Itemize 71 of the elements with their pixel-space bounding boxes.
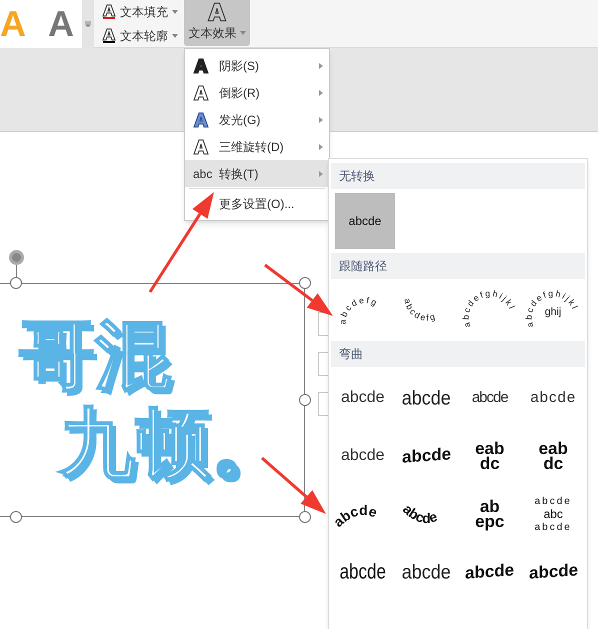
warped-text-sample: abcde — [340, 446, 385, 466]
text-fill-icon — [102, 4, 116, 20]
transform-option[interactable]: abcde — [331, 427, 394, 485]
transform-option[interactable]: eab dc — [522, 427, 585, 485]
warped-text-sample: abcde — [340, 558, 386, 586]
transform-option[interactable]: ab epc — [458, 485, 522, 543]
menu-item-label: 三维旋转(D) — [219, 138, 285, 156]
transform-option[interactable]: abcde — [458, 543, 522, 601]
warped-text-sample: abcde — [472, 388, 508, 408]
menu-item-label: 更多设置(O)... — [219, 196, 296, 212]
resize-handle[interactable] — [10, 511, 22, 523]
text-format-button[interactable]: 文本轮廓 — [102, 27, 178, 45]
section-header: 无转换 — [331, 163, 585, 189]
warped-text-sample: abcde — [402, 444, 451, 469]
warped-text-sample: eab dc — [475, 441, 504, 471]
transform-option[interactable]: abcde — [394, 369, 458, 427]
transform-option[interactable]: abcde — [331, 543, 394, 601]
text-effects-button[interactable]: 文本效果 — [184, 0, 250, 46]
rotate-handle[interactable] — [9, 250, 24, 265]
text-effect-icon — [193, 112, 209, 128]
text-effect-icon — [193, 138, 209, 154]
text-effect-icon — [193, 84, 209, 100]
transform-option[interactable]: abcde — [331, 369, 394, 427]
more-icon — [85, 21, 91, 27]
menu-item[interactable]: 发光(G) — [185, 106, 329, 133]
warped-text-sample: abcde — [528, 560, 578, 585]
caret-icon — [172, 34, 178, 38]
menu-item-label: 阴影(S) — [219, 58, 260, 74]
resize-handle[interactable] — [10, 277, 22, 289]
transform-option[interactable]: abcde — [394, 427, 458, 485]
menu-item[interactable]: 三维旋转(D) — [185, 133, 329, 160]
menu-item-label: 发光(G) — [219, 112, 262, 128]
menu-item[interactable]: 更多设置(O)... — [185, 190, 329, 217]
side-tool-button[interactable] — [318, 312, 328, 336]
warped-text-sample: abcde — [465, 560, 514, 585]
resize-handle[interactable] — [299, 277, 311, 289]
annotation-arrow — [264, 264, 333, 316]
menu-item-label: 转换(T) — [219, 166, 260, 182]
transform-option[interactable]: abcde — [522, 369, 585, 427]
menu-item-label: 倒影(R) — [219, 84, 261, 102]
section-header: 跟随路径 — [331, 253, 585, 279]
gallery-scroll-button[interactable] — [82, 0, 94, 48]
caret-icon — [240, 31, 246, 35]
section-header: 弯曲 — [331, 341, 585, 367]
plain-text-sample: abcde — [348, 213, 382, 230]
caret-icon — [172, 10, 178, 14]
text-effect-icon — [193, 58, 209, 74]
text-style-preview[interactable]: A — [48, 6, 74, 42]
transform-option[interactable]: abcde abc abcde — [522, 485, 585, 543]
menu-icon-text: abc — [193, 166, 212, 182]
annotation-arrow — [261, 456, 326, 514]
transform-option[interactable]: abcde — [522, 543, 585, 601]
warped-text-sample: abcde — [402, 559, 451, 584]
text-effect-icon — [207, 2, 227, 22]
text-outline-icon — [102, 28, 116, 44]
transform-option[interactable]: abcde — [335, 193, 395, 249]
text-format-button[interactable]: 文本填充 — [102, 3, 178, 21]
warped-text-sample: abcde abc abcde — [534, 494, 572, 534]
resize-handle[interactable] — [299, 511, 311, 523]
warped-text-sample: ab epc — [475, 499, 504, 529]
transform-option[interactable]: abcde — [458, 369, 522, 427]
warped-text-sample: eab dc — [538, 441, 568, 471]
resize-handle[interactable] — [299, 394, 311, 406]
warped-text-sample: abcde — [402, 385, 451, 410]
transform-option[interactable]: eab dc — [458, 427, 522, 485]
menu-item[interactable]: 阴影(S) — [185, 52, 329, 79]
menu-item[interactable]: abc 转换(T) — [185, 160, 329, 187]
warped-text-sample: abcde — [530, 388, 576, 408]
menu-item[interactable]: 倒影(R) — [185, 79, 329, 106]
transform-option[interactable]: abcde — [394, 543, 458, 601]
warped-text-sample: abcde — [340, 388, 385, 408]
